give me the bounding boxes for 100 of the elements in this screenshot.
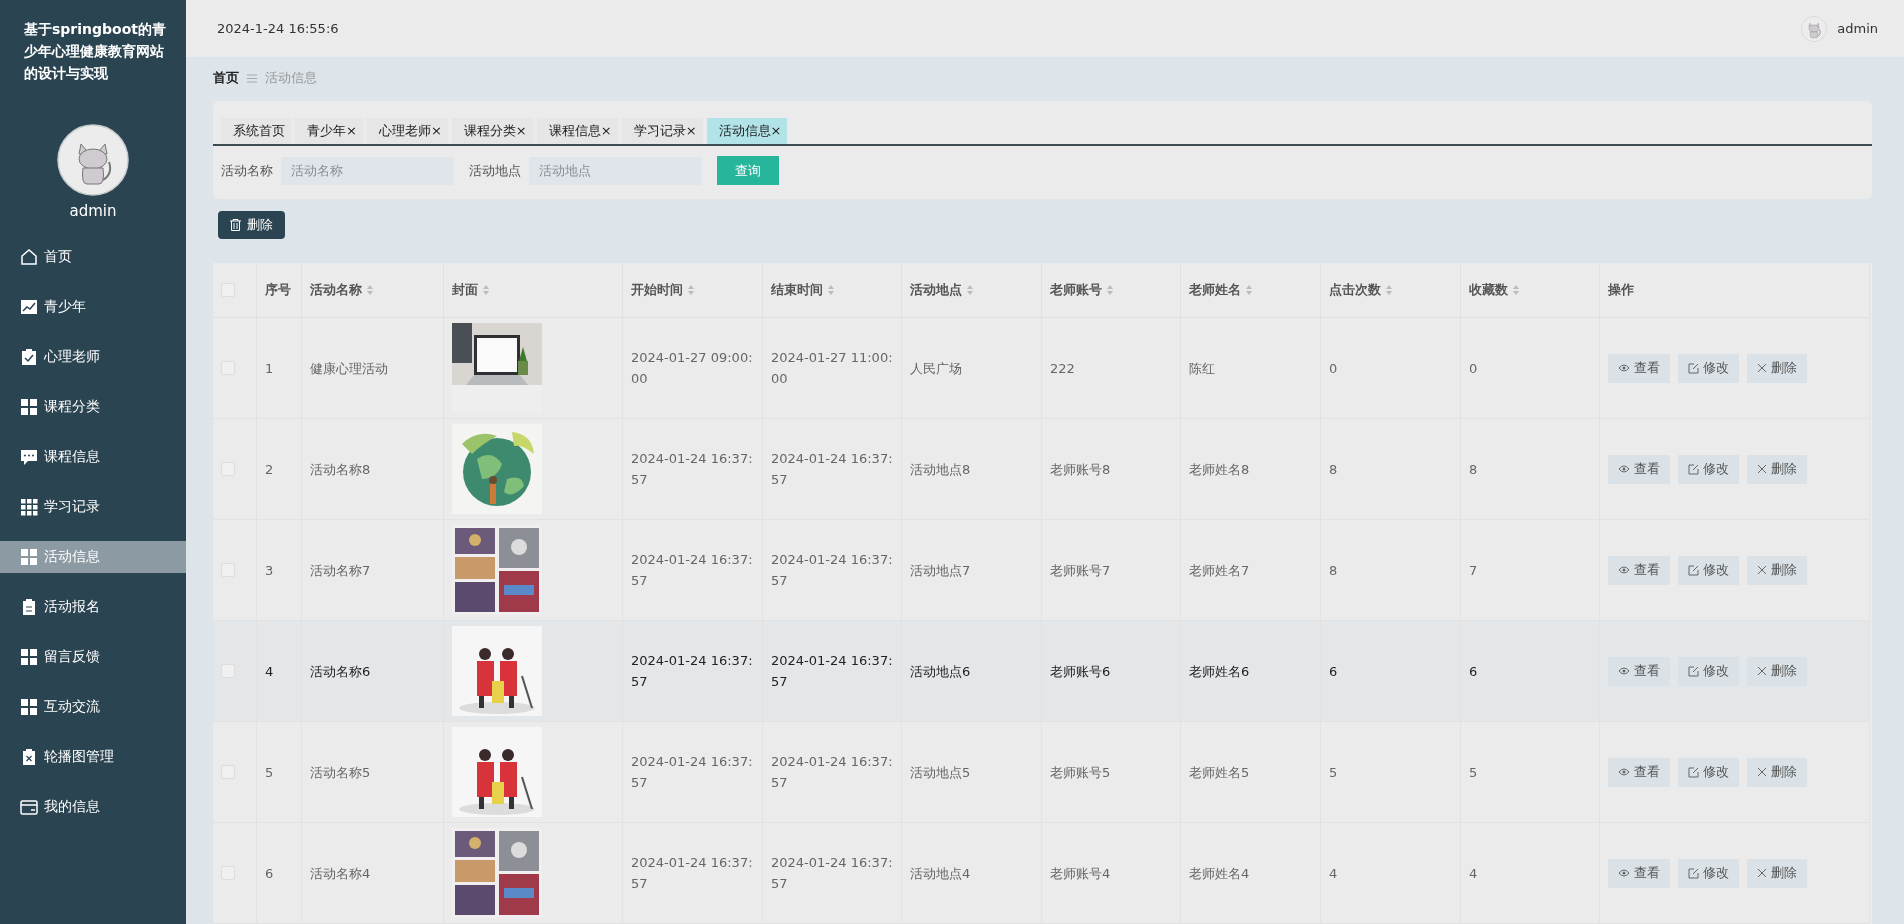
table-cell-text: 2024-01-24 16:37:57	[771, 652, 893, 691]
breadcrumb-item[interactable]: 首页	[213, 69, 239, 87]
table-cell-text: 2024-01-24 16:37:57	[771, 854, 893, 893]
eye-icon	[1618, 666, 1630, 676]
table-cell-text: 4	[1469, 864, 1478, 883]
sort-icon[interactable]	[1106, 284, 1114, 296]
column-header: 操作	[1608, 281, 1634, 299]
action-button[interactable]: 删除	[1747, 757, 1807, 787]
column-header: 收藏数	[1469, 281, 1508, 299]
menu-item[interactable]: 留言反馈	[0, 641, 186, 673]
action-button[interactable]: 修改	[1678, 454, 1739, 484]
action-button[interactable]: 查看	[1608, 757, 1670, 787]
delete-button[interactable]: 删除	[218, 211, 285, 239]
column-header: 结束时间	[771, 281, 823, 299]
eye-icon	[1618, 868, 1630, 878]
action-button[interactable]: 修改	[1678, 858, 1739, 888]
table-cell-text: 活动名称5	[310, 763, 371, 782]
tab[interactable]: 活动信息×	[706, 118, 788, 144]
menu-item[interactable]: 我的信息	[0, 791, 186, 823]
action-button[interactable]: 删除	[1747, 353, 1807, 383]
table-cell-text: 老师姓名5	[1189, 763, 1250, 782]
menu-item[interactable]: 课程分类	[0, 391, 186, 423]
user-name[interactable]: admin	[1837, 21, 1878, 36]
action-button[interactable]: 查看	[1608, 454, 1670, 484]
sort-icon[interactable]	[1512, 284, 1520, 296]
current-time: 2024-1-24 16:55:6	[217, 21, 339, 36]
action-button[interactable]: 删除	[1747, 858, 1807, 888]
menu-item[interactable]: 互动交流	[0, 691, 186, 723]
table-cell-text: 6	[265, 864, 274, 883]
action-button[interactable]: 修改	[1678, 757, 1739, 787]
column-header: 老师姓名	[1189, 281, 1241, 299]
sort-icon[interactable]	[1385, 284, 1393, 296]
edit-icon	[1688, 362, 1699, 374]
sort-icon[interactable]	[366, 284, 374, 296]
action-button[interactable]: 删除	[1747, 454, 1807, 484]
table-cell-text: 2	[265, 460, 274, 479]
grid-icon	[20, 398, 38, 416]
tab[interactable]: 学习记录×	[621, 118, 703, 144]
wallet-icon	[20, 798, 38, 816]
menu-item[interactable]: 轮播图管理	[0, 741, 186, 773]
tab[interactable]: 系统首页	[221, 118, 291, 144]
chat-icon	[20, 448, 38, 466]
sort-icon[interactable]	[1245, 284, 1253, 296]
column-header: 开始时间	[631, 281, 683, 299]
table-cell-text: 活动地点5	[910, 763, 971, 782]
action-button[interactable]: 修改	[1678, 555, 1739, 585]
table-cell-text: 老师账号4	[1050, 864, 1111, 883]
action-button[interactable]: 删除	[1747, 656, 1807, 686]
close-icon	[1757, 565, 1767, 575]
table-cell-text: 6	[1469, 662, 1478, 681]
table-cell-text: 0	[1329, 359, 1338, 378]
table-cell-text: 活动名称4	[310, 864, 371, 883]
table-cell-text: 4	[265, 662, 274, 681]
table-cell-text: 2024-01-24 16:37:57	[771, 450, 893, 489]
table-cell-text: 8	[1329, 561, 1338, 580]
grid-icon	[20, 648, 38, 666]
table-cell-text: 活动名称8	[310, 460, 371, 479]
table-cell-text: 7	[1469, 561, 1478, 580]
close-icon	[1757, 767, 1767, 777]
edit-icon	[1688, 867, 1699, 879]
tab[interactable]: 心理老师×	[366, 118, 448, 144]
action-button[interactable]: 修改	[1678, 353, 1739, 383]
clipboard-check-icon	[20, 348, 38, 366]
table-cell-text: 2024-01-24 16:37:57	[631, 551, 754, 590]
action-button[interactable]: 查看	[1608, 656, 1670, 686]
tab[interactable]: 青少年×	[295, 118, 363, 144]
eye-icon	[1618, 565, 1630, 575]
tab[interactable]: 课程信息×	[536, 118, 618, 144]
sort-icon[interactable]	[966, 284, 974, 296]
table-cell-text: 老师姓名4	[1189, 864, 1250, 883]
menu-item[interactable]: 课程信息	[0, 441, 186, 473]
menu-item[interactable]: 心理老师	[0, 341, 186, 373]
edit-icon	[1688, 766, 1699, 778]
breadcrumb-item: 活动信息	[265, 69, 317, 87]
table-cell-text: 活动名称7	[310, 561, 371, 580]
table-cell-text: 老师姓名7	[1189, 561, 1250, 580]
action-button[interactable]: 查看	[1608, 353, 1670, 383]
menu-item[interactable]: 青少年	[0, 291, 186, 323]
table-cell-text: 2024-01-27 09:00:00	[631, 349, 754, 388]
menu-item[interactable]: 活动报名	[0, 591, 186, 623]
tab[interactable]: 课程分类×	[451, 118, 533, 144]
close-icon	[1757, 464, 1767, 474]
table-cell-text: 老师账号6	[1050, 662, 1111, 681]
search-field[interactable]: 活动名称	[281, 156, 453, 185]
close-icon	[1757, 868, 1767, 878]
action-button[interactable]: 查看	[1608, 555, 1670, 585]
table-cell-text: 8	[1329, 460, 1338, 479]
search-field[interactable]: 活动地点	[529, 156, 701, 185]
menu-item[interactable]: 首页	[0, 241, 186, 273]
menu-item[interactable]: 学习记录	[0, 491, 186, 523]
sort-icon[interactable]	[687, 284, 695, 296]
table-cell-text: 2024-01-24 16:37:57	[631, 753, 754, 792]
grid-icon	[20, 498, 38, 516]
action-button[interactable]: 删除	[1747, 555, 1807, 585]
clipboard-icon	[20, 598, 38, 616]
table-cell-text: 陈红	[1189, 359, 1215, 378]
action-button[interactable]: 查看	[1608, 858, 1670, 888]
action-button[interactable]: 修改	[1678, 656, 1739, 686]
sort-icon[interactable]	[827, 284, 835, 296]
sort-icon[interactable]	[482, 284, 490, 296]
